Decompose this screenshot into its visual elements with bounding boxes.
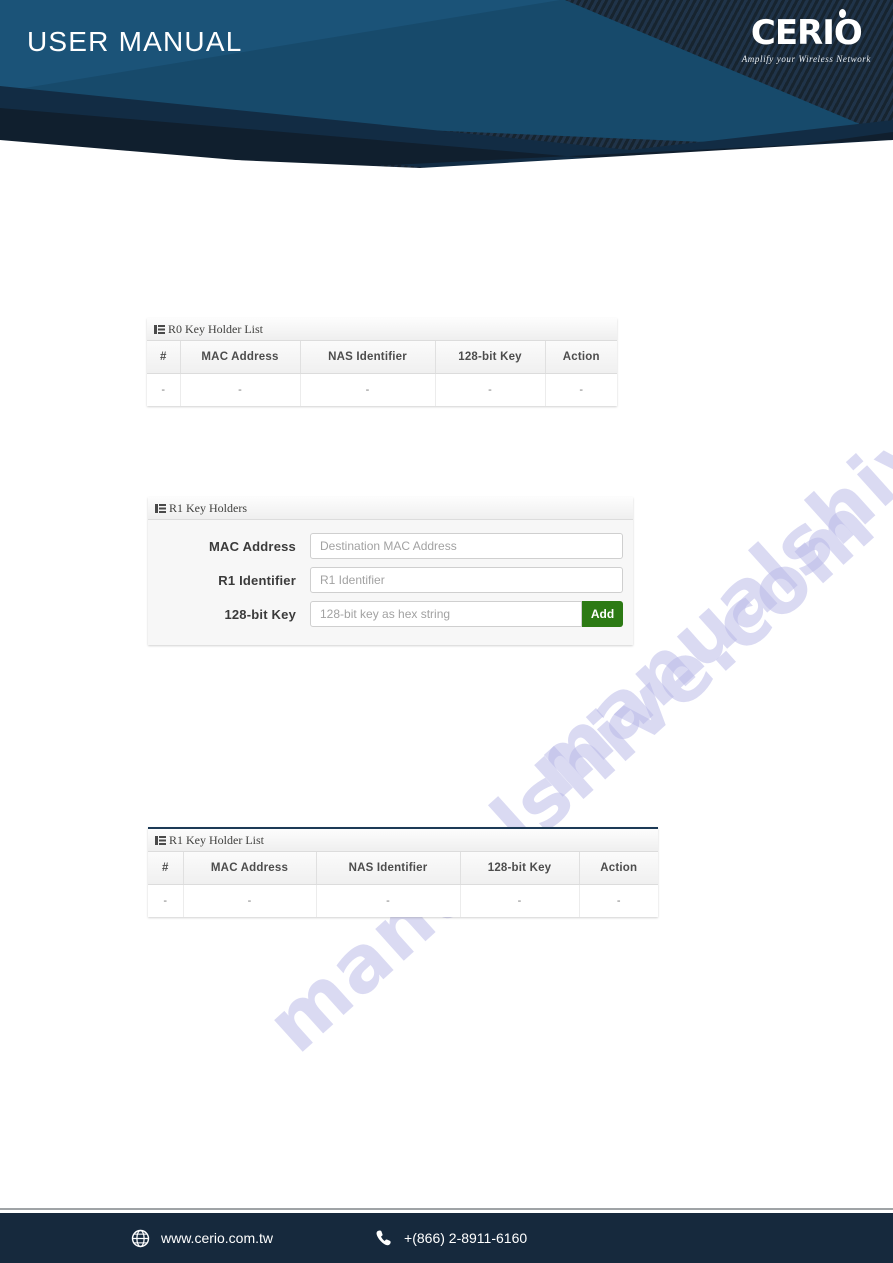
cell-action: - xyxy=(545,373,617,406)
logo-dot-icon xyxy=(839,9,846,18)
column-header-mac: MAC Address xyxy=(180,341,301,374)
column-header-key: 128-bit Key xyxy=(460,852,580,885)
r1-identifier-input[interactable] xyxy=(310,567,623,593)
column-header-nas: NAS Identifier xyxy=(316,852,461,885)
cell-mac: - xyxy=(183,884,317,917)
logo-tagline: Amplify your Wireless Network xyxy=(741,54,871,64)
column-header-nas: NAS Identifier xyxy=(300,341,436,374)
list-icon xyxy=(154,324,165,334)
cell-key: - xyxy=(460,884,580,917)
table-row: - - - - - xyxy=(148,884,658,917)
r1-key-holders-header: R1 Key Holders xyxy=(148,497,633,520)
form-row-r1-identifier: R1 Identifier xyxy=(148,567,633,593)
r1-key-holders-form-panel: R1 Key Holders MAC Address R1 Identifier… xyxy=(148,497,633,645)
footer-divider xyxy=(0,1208,893,1210)
globe-icon xyxy=(131,1229,150,1248)
table-header-row: # MAC Address NAS Identifier 128-bit Key… xyxy=(147,341,617,374)
r0-key-holder-list-title: R0 Key Holder List xyxy=(168,321,263,336)
key-128bit-label: 128-bit Key xyxy=(224,606,296,622)
column-header-action: Action xyxy=(579,852,658,885)
r0-key-holder-list-panel: R0 Key Holder List # MAC Address NAS Ide… xyxy=(147,318,617,406)
cell-mac: - xyxy=(180,373,301,406)
column-header-mac: MAC Address xyxy=(183,852,317,885)
r0-key-holder-list-header: R0 Key Holder List xyxy=(147,318,617,341)
r1-key-holder-list-title: R1 Key Holder List xyxy=(169,832,264,847)
list-icon xyxy=(155,503,166,513)
phone-icon xyxy=(374,1229,393,1248)
cerio-logo: CERIO Amplify your Wireless Network xyxy=(741,9,871,64)
cell-key: - xyxy=(435,373,546,406)
column-header-action: Action xyxy=(545,341,617,374)
table-row: - - - - - xyxy=(147,373,617,406)
r1-key-holder-table: # MAC Address NAS Identifier 128-bit Key… xyxy=(148,852,658,917)
page-footer: www.cerio.com.tw +(866) 2-8911-6160 xyxy=(0,1213,893,1263)
add-button[interactable]: Add xyxy=(582,601,623,627)
form-row-128bit-key: 128-bit Key Add xyxy=(148,601,633,627)
column-header-index: # xyxy=(148,852,184,885)
document-content: R0 Key Holder List # MAC Address NAS Ide… xyxy=(0,0,893,1263)
cell-action: - xyxy=(579,884,658,917)
footer-website[interactable]: www.cerio.com.tw xyxy=(131,1229,273,1248)
r1-key-holder-list-header: R1 Key Holder List xyxy=(148,829,658,852)
r1-key-holder-list-panel: R1 Key Holder List # MAC Address NAS Ide… xyxy=(148,827,658,917)
table-header-row: # MAC Address NAS Identifier 128-bit Key… xyxy=(148,852,658,885)
form-row-mac-address: MAC Address xyxy=(148,533,633,559)
r1-key-holders-title: R1 Key Holders xyxy=(169,500,247,515)
page-title: USER MANUAL xyxy=(27,26,243,57)
list-icon xyxy=(155,835,166,845)
r1-identifier-label: R1 Identifier xyxy=(218,572,296,588)
mac-address-label: MAC Address xyxy=(209,538,296,554)
footer-website-text: www.cerio.com.tw xyxy=(161,1230,274,1246)
r1-key-holders-form: MAC Address R1 Identifier 128-bit Key Ad… xyxy=(148,520,633,645)
footer-phone-text: +(866) 2-8911-6160 xyxy=(404,1230,528,1246)
cell-index: - xyxy=(147,373,181,406)
mac-address-input[interactable] xyxy=(310,533,623,559)
cell-nas: - xyxy=(316,884,461,917)
column-header-key: 128-bit Key xyxy=(435,341,546,374)
cell-nas: - xyxy=(300,373,436,406)
logo-wordmark: CERIO xyxy=(750,13,863,53)
footer-phone[interactable]: +(866) 2-8911-6160 xyxy=(374,1229,527,1248)
cell-index: - xyxy=(148,884,184,917)
column-header-index: # xyxy=(147,341,181,374)
r0-key-holder-table: # MAC Address NAS Identifier 128-bit Key… xyxy=(147,341,617,406)
key-128bit-input[interactable] xyxy=(310,601,582,627)
key-128bit-input-group: Add xyxy=(310,601,623,627)
